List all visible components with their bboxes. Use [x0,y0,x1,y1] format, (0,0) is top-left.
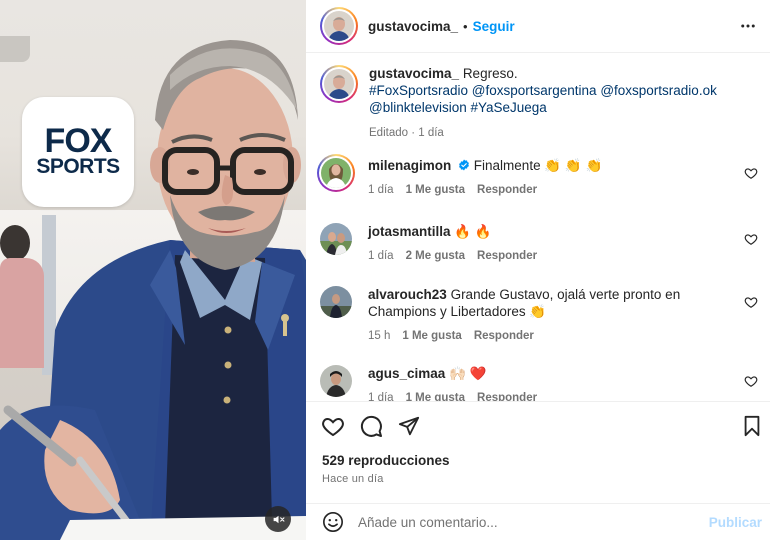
comment-item: alvarouch23 Grande Gustavo, ojalá verte … [320,286,760,345]
comment-username[interactable]: alvarouch23 [368,287,447,302]
comment-likes[interactable]: 1 Me gusta [402,328,461,345]
post-time: Hace un día [322,473,384,485]
like-comment-icon[interactable] [744,295,758,309]
comment-button[interactable] [358,413,384,439]
comment-body: milenagimon Finalmente 👏 👏 👏 1 día 1 Me … [368,157,728,199]
reply-button[interactable]: Responder [477,390,537,401]
reply-button[interactable]: Responder [477,248,537,265]
like-comment-icon[interactable] [744,166,758,180]
caption-tags-line-2[interactable]: @blinktelevision #YaSeJuega [369,99,729,116]
comment-input[interactable] [358,514,688,530]
comment-body: agus_cimaa 🙌🏻 ❤️ 1 día 1 Me gusta Respon… [368,365,728,401]
share-button[interactable] [396,413,422,439]
like-comment-icon[interactable] [744,374,758,388]
comment-age: 1 día [368,392,394,401]
comment-text: Finalmente 👏 👏 👏 [473,158,603,173]
like-comment-icon[interactable] [744,232,758,246]
like-button[interactable] [320,413,346,439]
comment-body: alvarouch23 Grande Gustavo, ojalá verte … [368,286,728,345]
comment-item: milenagimon Finalmente 👏 👏 👏 1 día 1 Me … [317,154,760,199]
comment-username[interactable]: agus_cimaa [368,366,445,381]
man-writing-photo [0,40,306,540]
comment-text: 🙌🏻 ❤️ [449,366,487,381]
heart-icon [322,417,344,437]
comment-item: jotasmantilla 🔥 🔥 1 día 2 Me gusta Respo… [320,223,760,265]
comment-body: jotasmantilla 🔥 🔥 1 día 2 Me gusta Respo… [368,223,728,265]
comment-avatar[interactable] [320,286,352,318]
caption-tags-line-1[interactable]: #FoxSportsradio @foxsportsargentina @fox… [369,82,729,99]
comment-age: 1 día [368,184,394,196]
logo-text-fox: FOX [44,122,113,160]
more-options-button[interactable] [738,16,758,36]
views-count: 529 reproducciones [322,453,450,468]
logo-text-sports: SPORTS [36,155,120,178]
caption-username[interactable]: gustavocima_ [369,66,459,81]
bookmark-icon [744,415,760,437]
author-avatar[interactable] [320,7,358,45]
post-caption: gustavocima_ Regreso. #FoxSportsradio @f… [320,65,760,142]
comment-username[interactable]: jotasmantilla [368,224,451,239]
comment-avatar[interactable] [320,365,352,397]
more-horizontal-icon [741,24,755,28]
post-comment-button[interactable]: Publicar [709,515,762,530]
post-actions: 529 reproducciones Hace un día [306,401,770,503]
avatar-photo [324,69,354,99]
caption-body: gustavocima_ Regreso. #FoxSportsradio @f… [369,65,729,142]
fox-sports-logo: FOX SPORTS [22,97,134,207]
send-icon [398,416,420,436]
comment-composer: Publicar [306,503,770,540]
comment-age: 15 h [368,330,391,342]
save-button[interactable] [739,413,765,439]
comment-likes[interactable]: 1 Me gusta [406,390,465,401]
mute-button[interactable] [265,506,291,532]
post-side-panel: gustavocima_ • Seguir gustavocima_ Regre… [306,0,770,540]
avatar-photo [324,11,354,41]
avatar-photo [321,158,351,188]
comment-likes[interactable]: 1 Me gusta [406,182,465,199]
follow-button[interactable]: Seguir [473,19,515,34]
comment-age: 1 día [368,250,394,262]
comment-text: 🔥 🔥 [454,224,492,239]
volume-muted-icon [273,515,284,523]
comment-bubble-icon [360,415,382,437]
comment-avatar[interactable] [320,223,352,255]
caption-author-avatar[interactable] [320,65,358,103]
post-media[interactable]: FOX SPORTS [0,0,306,540]
caption-line-1: gustavocima_ Regreso. [369,65,729,82]
author-username[interactable]: gustavocima_ [368,19,458,34]
comments-list[interactable]: gustavocima_ Regreso. #FoxSportsradio @f… [306,53,770,401]
post-header: gustavocima_ • Seguir [306,0,770,53]
comment-username[interactable]: milenagimon [368,158,451,173]
comment-likes[interactable]: 2 Me gusta [406,248,465,265]
comment-avatar[interactable] [317,154,355,192]
caption-text: Regreso. [462,66,518,81]
verified-badge-icon [459,159,469,171]
comment-item: agus_cimaa 🙌🏻 ❤️ 1 día 1 Me gusta Respon… [320,365,760,401]
separator-dot: • [463,18,468,34]
reply-button[interactable]: Responder [477,182,537,199]
emoji-icon[interactable] [322,511,344,533]
reply-button[interactable]: Responder [474,328,534,345]
caption-edited-meta: Editado · 1 día [369,127,444,139]
